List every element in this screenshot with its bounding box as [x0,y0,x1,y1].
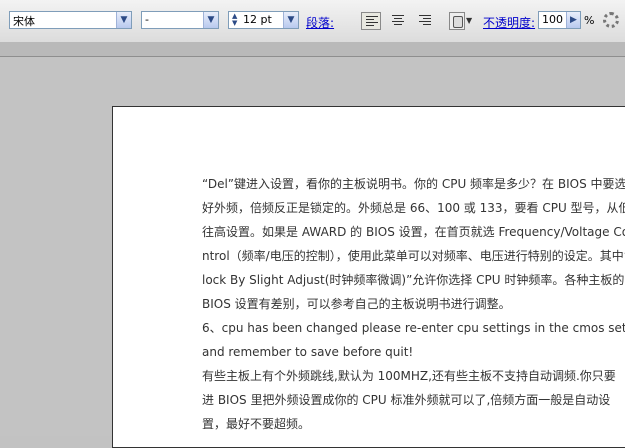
chevron-down-icon[interactable]: ▼ [116,12,131,28]
paragraph-link[interactable]: 段落: [306,14,334,31]
text-line: ntrol（频率/电压的控制），使用此菜单可以对频率、电压进行特别的设定。其中“… [202,249,625,263]
text-toolbar: 宋体 ▼ - ▼ ▲ ▼ 12 pt ▼ 段落: ▼ 不透明度: 100 ▶ % [0,0,625,43]
align-center-button[interactable] [388,12,408,30]
chevron-right-icon[interactable]: ▶ [566,12,580,28]
text-line: 往高设置。如果是 AWARD 的 BIOS 设置，在首页就选 Frequency… [202,225,625,239]
font-style-value: - [145,13,149,26]
size-spin-icon[interactable]: ▲ ▼ [232,13,240,27]
align-left-icon [366,16,378,28]
text-line: 置，最好不要超频。 [202,417,311,431]
spinner-icon [603,12,619,28]
chevron-down-icon[interactable]: ▼ [283,12,298,28]
font-family-value: 宋体 [13,15,35,28]
text-line: “Del”键进入设置，看你的主板说明书。你的 CPU 频率是多少？在 BIOS … [202,177,625,191]
font-style-select[interactable]: - ▼ [141,11,219,29]
percent-label: % [584,14,595,27]
align-left-button[interactable] [361,12,381,30]
font-size-select[interactable]: ▲ ▼ 12 pt ▼ [228,11,299,29]
opacity-link[interactable]: 不透明度: [483,14,535,31]
opacity-input[interactable]: 100 ▶ [538,11,581,29]
text-line: BIOS 设置有差别，可以参考自己的主板说明书进行调整。 [202,297,511,311]
align-right-button[interactable] [415,12,435,30]
text-line: 好外频，倍频反正是锁定的。外频总是 66、100 或 133，要看 CPU 型号… [202,201,625,215]
font-size-value: 12 pt [243,13,272,26]
align-center-icon [392,15,404,27]
font-family-select[interactable]: 宋体 ▼ [9,11,132,29]
text-line: 有些主板上有个外频跳线,默认为 100MHZ,还有些主板不支持自动调频.你只要 [202,369,616,383]
color-dropdown-icon[interactable]: ▼ [466,12,476,30]
text-line: 进 BIOS 里把外频设置成你的 CPU 标准外频就可以了,倍频方面一般是自动设 [202,393,611,407]
align-right-icon [419,15,431,27]
color-swatch-icon[interactable] [449,12,465,30]
text-line: and remember to save before quit! [202,345,414,359]
opacity-value: 100 [542,13,563,26]
chevron-down-icon[interactable]: ▼ [203,12,218,28]
text-line: lock By Slight Adjust(时钟频率微调)”允许你选择 CPU … [202,273,625,287]
ruler-strip [0,42,625,57]
text-line: 6、cpu has been changed please re-enter c… [202,321,625,335]
